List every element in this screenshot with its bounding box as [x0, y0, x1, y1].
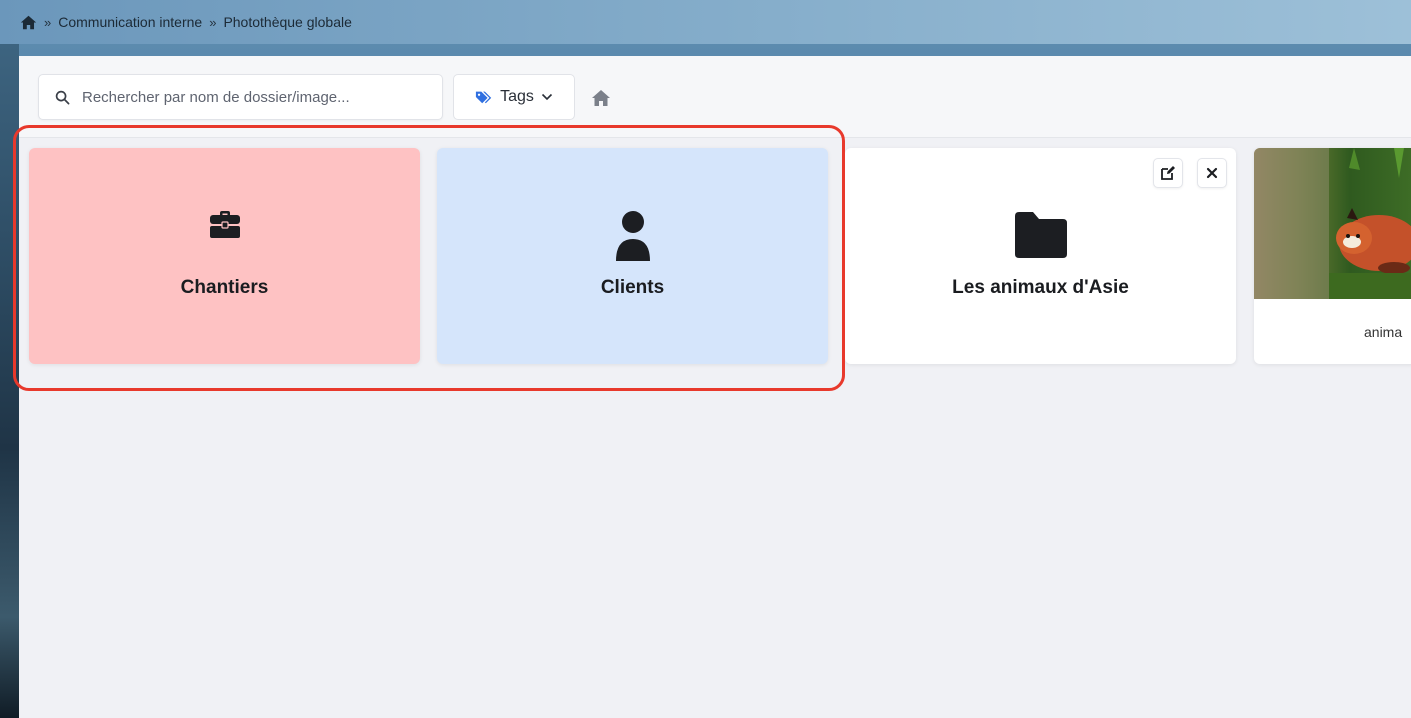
home-icon[interactable]: [591, 88, 611, 108]
main-panel: Tags Chantiers Clients: [13, 56, 1411, 718]
close-icon: [1206, 167, 1218, 179]
delete-button[interactable]: [1197, 158, 1227, 188]
tags-dropdown[interactable]: Tags: [453, 74, 575, 120]
card-label: Chantiers: [180, 277, 269, 298]
breadcrumb-item-phototheque[interactable]: Photothèque globale: [223, 14, 351, 30]
breadcrumb-bar: » Communication interne » Photothèque gl…: [0, 0, 1411, 44]
briefcase-icon: [209, 211, 240, 238]
breadcrumb-separator: »: [44, 14, 52, 30]
edit-button[interactable]: [1153, 158, 1183, 188]
search-input[interactable]: [82, 88, 412, 106]
image-thumbnail[interactable]: [1254, 148, 1411, 299]
image-caption: anima: [1364, 324, 1403, 340]
folder-icon: [1014, 212, 1067, 258]
card-label: Clients: [600, 277, 665, 298]
folder-card-chantiers[interactable]: Chantiers: [29, 148, 420, 364]
background-strip: [0, 44, 19, 718]
user-icon: [615, 211, 650, 261]
card-label: Les animaux d'Asie: [952, 277, 1129, 298]
tags-label: Tags: [500, 88, 534, 105]
folder-card-clients[interactable]: Clients: [437, 148, 828, 364]
edit-icon: [1161, 166, 1175, 180]
search-box[interactable]: [38, 74, 443, 120]
home-icon[interactable]: [20, 14, 37, 31]
breadcrumb-item-communication[interactable]: Communication interne: [58, 14, 202, 30]
folder-card-animaux[interactable]: Les animaux d'Asie: [845, 148, 1236, 364]
chevron-down-icon: [541, 93, 552, 101]
search-icon: [55, 90, 70, 104]
tag-icon: [475, 91, 492, 104]
red-panda-image: [1254, 148, 1411, 299]
image-card[interactable]: anima: [1254, 148, 1411, 364]
breadcrumb-separator: »: [209, 14, 217, 30]
